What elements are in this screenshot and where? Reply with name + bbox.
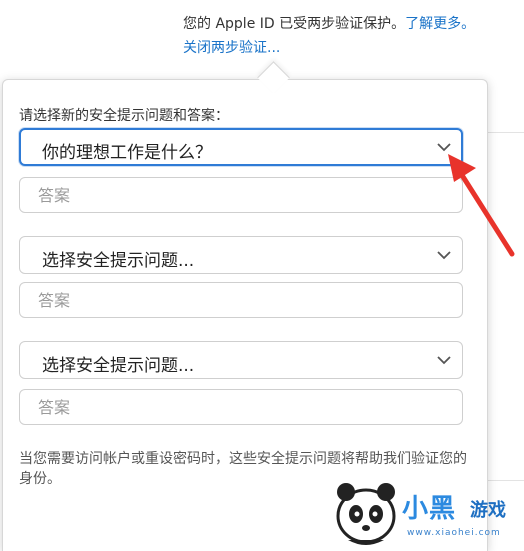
form-prompt: 请选择新的安全提示问题和答案： xyxy=(19,108,229,124)
question-select-1[interactable]: 你的理想工作是什么？ xyxy=(19,128,463,166)
question-select-value: 你的理想工作是什么？ xyxy=(42,143,212,163)
answer-field-3[interactable] xyxy=(19,389,463,425)
question-select-2[interactable]: 选择安全提示问题... xyxy=(19,236,463,274)
question-select-value: 选择安全提示问题... xyxy=(42,356,195,376)
question-select-3[interactable]: 选择安全提示问题... xyxy=(19,341,463,379)
turn-off-two-step-link[interactable]: 关闭两步验证... xyxy=(183,40,280,56)
watermark-brand-suffix: 游戏 xyxy=(470,500,506,521)
two-step-status: 您的 Apple ID 已受两步验证保护。了解更多。 关闭两步验证... xyxy=(183,14,475,56)
chevron-down-icon xyxy=(437,356,451,365)
learn-more-link[interactable]: 了解更多。 xyxy=(405,16,475,32)
annotation-arrow-icon xyxy=(448,154,515,257)
answer-field-2[interactable] xyxy=(19,282,463,318)
divider xyxy=(487,132,524,133)
watermark-url: www.xiaohei.com xyxy=(407,528,501,538)
answer-field-1[interactable] xyxy=(19,177,463,213)
watermark-brand: 小黑 xyxy=(402,494,457,524)
status-text: 您的 Apple ID 已受两步验证保护。 xyxy=(183,16,406,32)
question-select-value: 选择安全提示问题... xyxy=(42,251,195,271)
